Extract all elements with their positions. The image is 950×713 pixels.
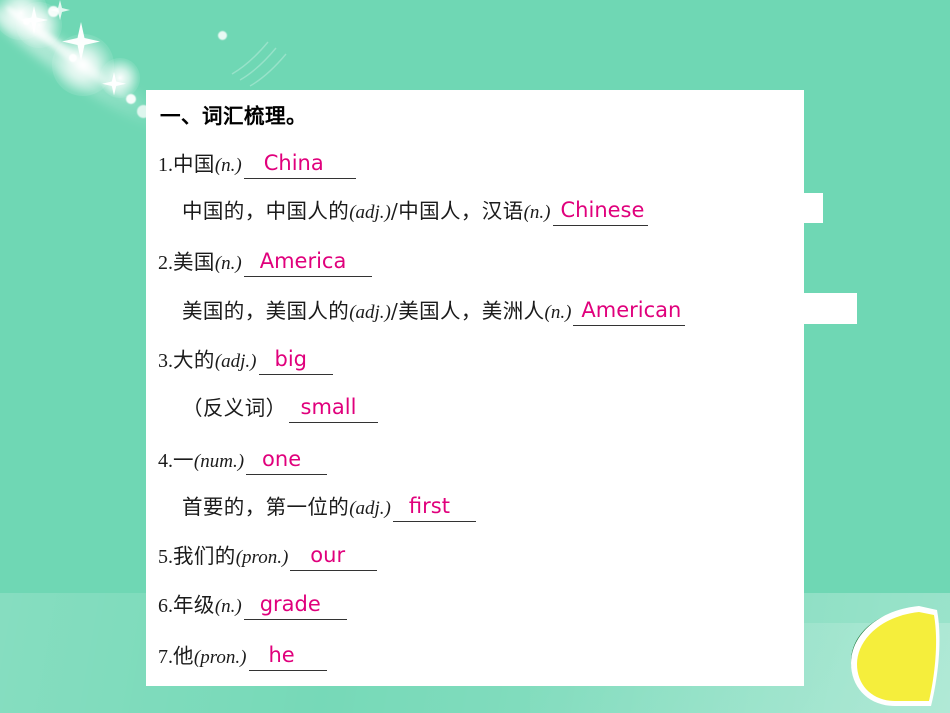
answer-blank-our[interactable]: our xyxy=(290,543,378,571)
sparkle-glow xyxy=(16,2,62,48)
answer-blank-american[interactable]: American xyxy=(573,298,686,326)
item-part-of-speech: (adj.) xyxy=(349,302,391,323)
item-prompt-cn: 他 xyxy=(173,644,194,668)
vocab-row-4b: 首要的，第一位的(adj.) first xyxy=(182,490,476,522)
item-prompt-cn: 一 xyxy=(173,448,194,472)
item-number: 3. xyxy=(158,350,173,372)
answer-blank-first[interactable]: first xyxy=(392,494,476,522)
vocab-row-4a: 4.一(num.) one xyxy=(158,443,328,475)
item-prompt-cn-secondary: 美国人，美洲人 xyxy=(398,299,545,323)
leaf-decoration xyxy=(845,600,950,713)
item-prompt-cn-secondary: 中国人，汉语 xyxy=(398,199,524,223)
answer-blank-small[interactable]: small xyxy=(288,395,379,423)
answer-blank-america[interactable]: America xyxy=(243,249,373,277)
item-part-of-speech: (adj.) xyxy=(349,498,391,519)
answer-blank-chinese[interactable]: Chinese xyxy=(552,198,649,226)
item-part-of-speech: (n.) xyxy=(214,596,242,617)
item-prompt-cn: 中国的，中国人的 xyxy=(182,199,350,223)
sparkle-dot xyxy=(23,18,30,25)
sparkle-dot xyxy=(48,6,59,17)
vocab-row-2b: 美国的，美国人的(adj.)/美国人，美洲人(n.) American xyxy=(182,294,686,326)
answer-blank-he[interactable]: he xyxy=(248,643,327,671)
item-number: 1. xyxy=(158,154,173,176)
item-part-of-speech-secondary: (n.) xyxy=(523,202,551,223)
item-number: 5. xyxy=(158,546,173,568)
vocab-row-6: 6.年级(n.) grade xyxy=(158,588,347,620)
item-prompt-cn: 美国 xyxy=(173,250,215,274)
item-number: 2. xyxy=(158,252,173,274)
vocab-row-1a: 1.中国(n.) China xyxy=(158,147,356,179)
item-part-of-speech: (adj.) xyxy=(214,351,257,372)
item-number: 4. xyxy=(158,450,173,472)
sparkle-glow xyxy=(0,0,48,40)
sparkle-glow xyxy=(52,34,114,96)
section-heading: 一、词汇梳理。 xyxy=(160,104,307,128)
item-prompt-cn: 大的 xyxy=(173,348,215,372)
item-part-of-speech: (n.) xyxy=(214,155,242,176)
item-part-of-speech: (pron.) xyxy=(235,547,289,568)
vocab-row-3a: 3.大的(adj.) big xyxy=(158,343,333,375)
item-number: 6. xyxy=(158,595,173,617)
vocab-row-7: 7.他(pron.) he xyxy=(158,639,327,671)
vocabulary-list: 一、词汇梳理。 1.中国(n.) China 中国的，中国人的(adj.)/中国人… xyxy=(146,90,906,686)
sparkle-dot xyxy=(218,31,227,40)
leaf-icon xyxy=(851,606,940,706)
item-part-of-speech-secondary: (n.) xyxy=(544,302,572,323)
item-part-of-speech: (num.) xyxy=(193,451,245,472)
sparkle-glow xyxy=(100,58,140,98)
sparkle-dot xyxy=(69,54,77,62)
answer-blank-one[interactable]: one xyxy=(246,447,328,475)
vocab-row-3b: （反义词） small xyxy=(182,391,379,423)
item-number: 7. xyxy=(158,646,173,668)
slide-canvas: 一、词汇梳理。 1.中国(n.) China 中国的，中国人的(adj.)/中国人… xyxy=(0,0,950,713)
item-prompt-cn: 我们的 xyxy=(173,544,236,568)
comet-streak-core xyxy=(2,3,145,114)
item-prompt-cn: 年级 xyxy=(173,593,215,617)
item-part-of-speech: (pron.) xyxy=(193,647,247,668)
item-prompt-cn: （反义词） xyxy=(182,396,287,420)
vocab-row-5: 5.我们的(pron.) our xyxy=(158,539,378,571)
item-prompt-cn: 中国 xyxy=(173,152,215,176)
item-prompt-cn: 首要的，第一位的 xyxy=(182,495,350,519)
item-prompt-cn: 美国的，美国人的 xyxy=(182,299,350,323)
vocab-row-2a: 2.美国(n.) America xyxy=(158,245,373,277)
sparkle-dot xyxy=(126,94,136,104)
item-part-of-speech: (adj.) xyxy=(349,202,391,223)
answer-blank-grade[interactable]: grade xyxy=(243,592,347,620)
item-part-of-speech: (n.) xyxy=(214,253,242,274)
answer-blank-china[interactable]: China xyxy=(243,151,356,179)
answer-blank-big[interactable]: big xyxy=(258,347,333,375)
vocab-row-1b: 中国的，中国人的(adj.)/中国人，汉语(n.) Chinese xyxy=(182,194,649,226)
